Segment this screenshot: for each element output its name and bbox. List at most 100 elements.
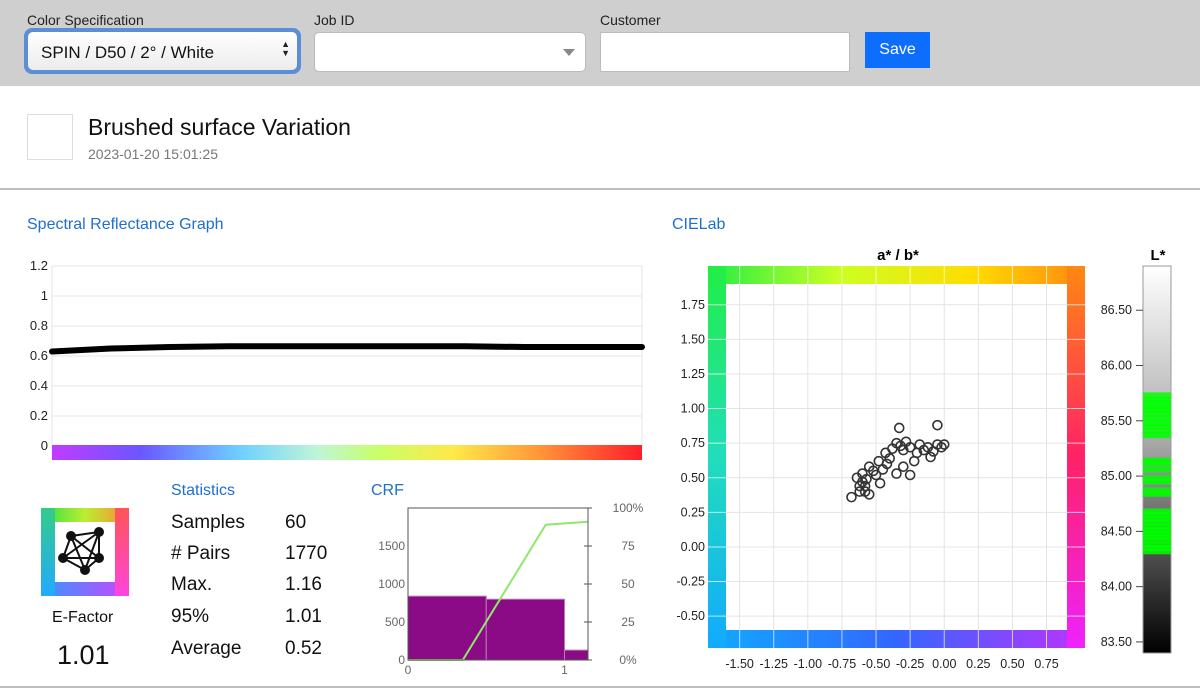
- crf-section-title: CRF: [371, 482, 404, 499]
- footer-divider: [0, 686, 1200, 688]
- crf-bar: [564, 649, 589, 661]
- lstar-sample-mark: [1143, 490, 1171, 497]
- toolbar: Color Specification SPIN / D50 / 2° / Wh…: [0, 0, 1200, 86]
- cielab-y-tick: 1.00: [681, 402, 705, 416]
- spectral-y-tick: 1.2: [30, 258, 48, 273]
- spectral-grid: [51, 265, 643, 447]
- cielab-y-tick: 1.75: [681, 298, 705, 312]
- color-spec-label: Color Specification: [27, 12, 144, 28]
- cielab-y-tick: -0.25: [677, 575, 706, 589]
- cielab-chart: a* / b* -1.50 -1.25 -1.00 -0.75 -0.50 -0.25 0.…: [677, 247, 1085, 671]
- stat-value: 60: [285, 512, 307, 533]
- cielab-x-tick: 0.00: [932, 657, 956, 671]
- cielab-y-tick: 1.25: [681, 367, 705, 381]
- stat-value: 1770: [285, 543, 328, 564]
- cielab-x-tick: 0.25: [966, 657, 990, 671]
- cielab-y-tick: 0.75: [681, 436, 705, 450]
- color-spec-value: SPIN / D50 / 2° / White: [41, 43, 215, 62]
- crf-x-tick: 0: [405, 663, 412, 677]
- cielab-x-tick: -0.75: [828, 657, 857, 671]
- crf-x-tick: 1: [561, 663, 568, 677]
- spectral-y-axis: 1.2 1 0.8 0.6 0.4 0.2 0: [30, 258, 48, 453]
- efactor-value: 1.01: [57, 640, 110, 670]
- spectrum-bar: [52, 445, 642, 460]
- page-title: Brushed surface Variation: [88, 114, 351, 140]
- job-id-select[interactable]: [314, 32, 586, 72]
- stat-label: Samples: [171, 512, 245, 533]
- customer-label: Customer: [600, 12, 661, 28]
- crf-bar: [407, 595, 487, 661]
- crf-left-tick: 500: [385, 615, 405, 629]
- lstar-sample-mark: [1143, 548, 1171, 555]
- cielab-x-tick: 0.75: [1034, 657, 1058, 671]
- save-button[interactable]: Save: [865, 32, 930, 68]
- lstar-y-tick: 84.50: [1101, 524, 1132, 538]
- lstar-y-tick: 86.50: [1101, 303, 1132, 317]
- lstar-sample-mark: [1143, 432, 1171, 439]
- stat-value: 1.16: [285, 574, 322, 595]
- statistics-section-title: Statistics: [171, 482, 236, 499]
- spectral-y-tick: 0.6: [30, 348, 48, 363]
- stat-label: # Pairs: [171, 543, 231, 564]
- job-id-label: Job ID: [314, 12, 355, 28]
- spectral-y-tick: 0.4: [30, 378, 48, 393]
- lstar-ticks: 86.50 86.00 85.50 85.00 84.50 84.00 83.50: [1101, 303, 1143, 649]
- cielab-y-tick: 0.00: [681, 540, 705, 554]
- stat-row-samples: Samples 60: [171, 512, 371, 536]
- lstar-chart: L* 86.50 86.00 85.50 85.00 84.50 84.00 83.50: [1101, 247, 1172, 654]
- spectral-y-tick: 1: [41, 288, 48, 303]
- chevron-down-icon: [563, 49, 575, 56]
- lstar-chart-title: L*: [1151, 247, 1166, 264]
- cielab-x-tick: -0.25: [896, 657, 925, 671]
- crf-bars: [407, 595, 589, 661]
- up-down-arrows-icon: ▲ ▼: [281, 39, 290, 58]
- cielab-right-band: [1067, 266, 1085, 648]
- lstar-y-tick: 83.50: [1101, 635, 1132, 649]
- lstar-y-tick: 85.00: [1101, 469, 1132, 483]
- cielab-y-tick: -0.50: [677, 609, 706, 623]
- stat-row-max: Max. 1.16: [171, 574, 371, 598]
- crf-chart: 150010005000100%7550250%0 1: [378, 501, 644, 677]
- spectral-section-title: Spectral Reflectance Graph: [27, 216, 224, 233]
- cielab-x-tick: -0.50: [862, 657, 891, 671]
- crf-right-tick: 100%: [613, 501, 644, 515]
- cielab-x-tick: -1.50: [725, 657, 754, 671]
- cielab-chart-title: a* / b*: [877, 247, 919, 264]
- crf-left-tick: 1000: [378, 577, 405, 591]
- stat-row-95: 95% 1.01: [171, 606, 371, 630]
- lstar-y-tick: 86.00: [1101, 359, 1132, 373]
- cielab-bottom-band: [708, 630, 1085, 648]
- efactor-label: E-Factor: [52, 609, 114, 626]
- timestamp: 2023-01-20 15:01:25: [88, 146, 218, 162]
- cielab-left-band: [708, 266, 726, 648]
- stat-value: 1.01: [285, 606, 322, 627]
- crf-right-tick: 75: [621, 539, 635, 553]
- cielab-y-tick: 1.50: [681, 332, 705, 346]
- lstar-y-tick: 85.50: [1101, 414, 1132, 428]
- lstar-sample-mark: [1143, 459, 1171, 466]
- lstar-y-tick: 84.00: [1101, 580, 1132, 594]
- stat-label: Average: [171, 638, 242, 659]
- stat-label: 95%: [171, 606, 210, 627]
- color-spec-select[interactable]: SPIN / D50 / 2° / White ▲ ▼: [24, 28, 301, 74]
- crf-right-tick: 50: [621, 577, 635, 591]
- customer-input[interactable]: [600, 32, 850, 72]
- lstar-sample-mark: [1143, 466, 1171, 473]
- header-divider: [0, 188, 1200, 190]
- stat-value: 0.52: [285, 638, 322, 659]
- cielab-x-tick: -1.25: [759, 657, 788, 671]
- color-swatch: [27, 114, 73, 160]
- spectral-y-tick: 0: [41, 438, 48, 453]
- cielab-y-tick: 0.25: [681, 505, 705, 519]
- lstar-sample-mark: [1143, 478, 1171, 485]
- stat-row-pairs: # Pairs 1770: [171, 543, 371, 567]
- crf-bar: [485, 598, 566, 661]
- spectral-chart: 1.2 1 0.8 0.6 0.4 0.2 0: [30, 258, 645, 460]
- crf-right-tick: 0%: [619, 653, 637, 667]
- cielab-plot-area: [726, 284, 1067, 630]
- spectral-y-tick: 0.8: [30, 318, 48, 333]
- stat-row-average: Average 0.52: [171, 638, 371, 662]
- spectral-y-tick: 0.2: [30, 408, 48, 423]
- stat-label: Max.: [171, 574, 213, 595]
- network-graph-icon: [41, 508, 129, 596]
